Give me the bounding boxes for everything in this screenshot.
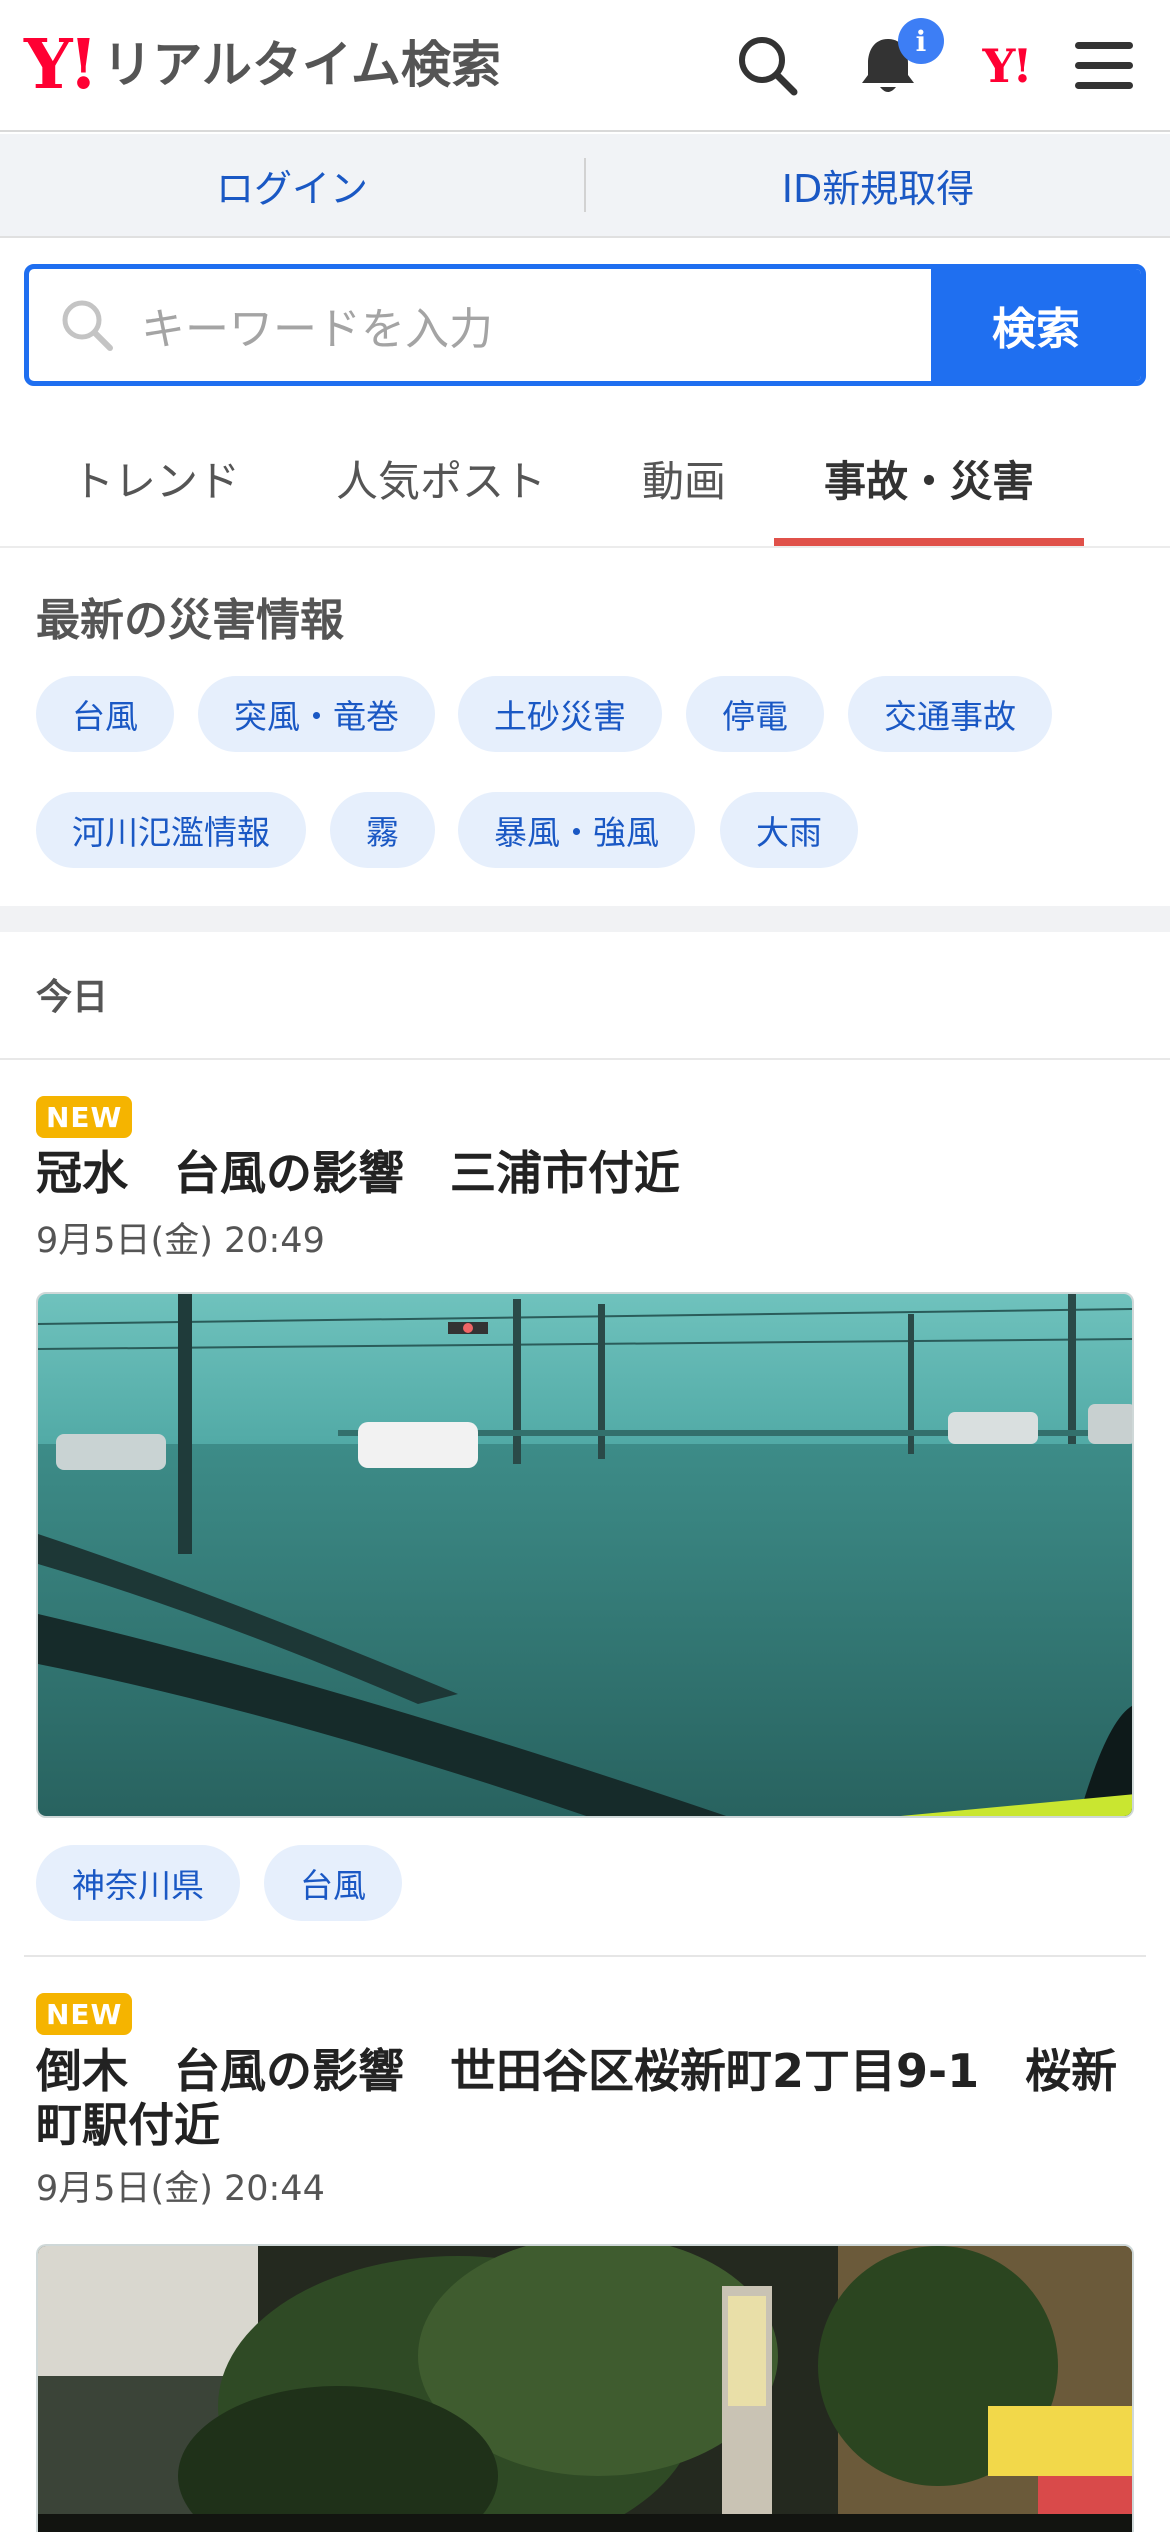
tab-popular-posts[interactable]: 人気ポスト xyxy=(306,410,576,546)
new-badge: NEW xyxy=(36,1993,133,2035)
chip-river-flood[interactable]: 河川氾濫情報 xyxy=(36,792,306,868)
tag-kanagawa[interactable]: 神奈川県 xyxy=(36,1845,240,1921)
tab-accidents-disasters[interactable]: 事故・災害 xyxy=(774,410,1084,546)
post-video-thumbnail[interactable] xyxy=(36,1292,1134,1818)
search-button[interactable]: 検索 xyxy=(931,269,1141,381)
chip-storm-wind[interactable]: 暴風・強風 xyxy=(458,792,695,868)
site-logo[interactable]: Y! リアルタイム検索 xyxy=(24,30,501,100)
site-title: リアルタイム検索 xyxy=(102,36,501,94)
chip-fog[interactable]: 霧 xyxy=(330,792,435,868)
login-link[interactable]: ログイン xyxy=(0,158,584,213)
app-header: Y! リアルタイム検索 i Y! xyxy=(0,0,1170,132)
hamburger-menu-icon[interactable] xyxy=(1064,26,1144,106)
register-link[interactable]: ID新規取得 xyxy=(586,158,1170,213)
chip-traffic-accident[interactable]: 交通事故 xyxy=(848,676,1052,752)
tab-videos[interactable]: 動画 xyxy=(614,410,754,546)
notification-badge: i xyxy=(898,18,944,64)
yahoo-home-icon[interactable]: Y! xyxy=(966,26,1046,106)
chip-typhoon[interactable]: 台風 xyxy=(36,676,174,752)
post-divider xyxy=(24,1955,1146,1957)
day-divider xyxy=(0,1058,1170,1060)
section-divider xyxy=(0,906,1170,932)
post-title[interactable]: 冠水 台風の影響 三浦市付近 xyxy=(36,1146,1136,1200)
login-bar: ログイン ID新規取得 xyxy=(0,134,1170,238)
tab-trend[interactable]: トレンド xyxy=(36,410,276,546)
post-video-thumbnail[interactable] xyxy=(36,2244,1134,2532)
post-title[interactable]: 倒木 台風の影響 世田谷区桜新町2丁目9-1 桜新町駅付近 xyxy=(36,2044,1136,2152)
post-timestamp: 9月5日(金) 20:49 xyxy=(36,1221,325,1261)
new-badge: NEW xyxy=(36,1096,133,1138)
notification-bell-icon[interactable]: i xyxy=(848,18,944,106)
chip-power-outage[interactable]: 停電 xyxy=(686,676,824,752)
search-placeholder: キーワードを入力 xyxy=(141,304,493,355)
chip-gust-tornado[interactable]: 突風・竜巻 xyxy=(198,676,435,752)
chip-heavy-rain[interactable]: 大雨 xyxy=(720,792,858,868)
tag-typhoon[interactable]: 台風 xyxy=(264,1845,402,1921)
category-tabs: トレンド 人気ポスト 動画 事故・災害 xyxy=(0,410,1170,548)
yahoo-logo-mark: Y! xyxy=(24,25,98,105)
yahoo-mini-logo: Y! xyxy=(982,39,1032,93)
search-icon[interactable] xyxy=(728,26,808,106)
post-timestamp: 9月5日(金) 20:44 xyxy=(36,2169,325,2209)
search-field-icon xyxy=(62,300,113,351)
day-label: 今日 xyxy=(36,977,109,1018)
search-input[interactable]: キーワードを入力 xyxy=(29,269,931,381)
search-box: キーワードを入力 検索 xyxy=(24,264,1146,386)
disaster-info-title: 最新の災害情報 xyxy=(36,595,344,646)
chip-landslide[interactable]: 土砂災害 xyxy=(458,676,662,752)
